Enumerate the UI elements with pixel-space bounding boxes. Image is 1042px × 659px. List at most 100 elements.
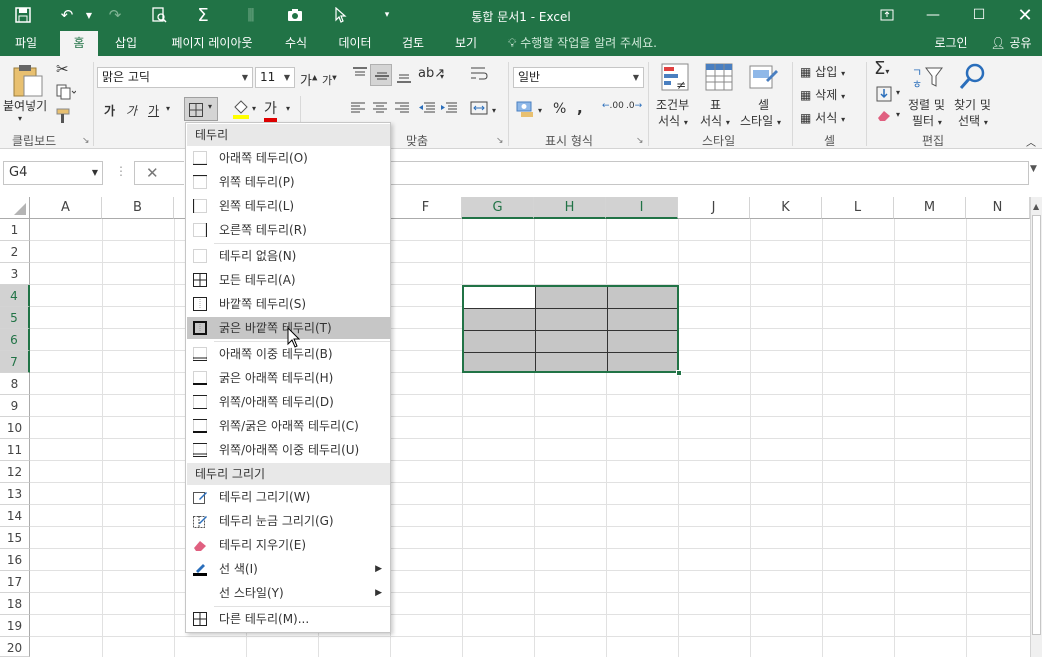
- ribbon-display-icon[interactable]: [872, 3, 902, 27]
- expand-formula-icon[interactable]: ▼: [1030, 164, 1037, 174]
- selection-range[interactable]: [462, 285, 682, 376]
- row-header[interactable]: 6: [0, 329, 30, 351]
- clipboard-launcher-icon[interactable]: ↘: [82, 136, 90, 146]
- col-header-i[interactable]: I: [606, 197, 678, 219]
- format-as-table-icon[interactable]: [704, 62, 734, 95]
- decrease-decimal-button[interactable]: .0→: [626, 101, 642, 111]
- col-header-b[interactable]: B: [102, 197, 174, 219]
- row-header[interactable]: 13: [0, 483, 30, 505]
- active-cell[interactable]: [464, 287, 535, 308]
- row-header[interactable]: 18: [0, 593, 30, 615]
- row-header[interactable]: 16: [0, 549, 30, 571]
- scroll-thumb[interactable]: [1032, 215, 1041, 635]
- collapse-ribbon-icon[interactable]: ︿: [1026, 134, 1036, 149]
- sort-filter-icon[interactable]: ㄱㅎ: [910, 62, 944, 95]
- tab-page-layout[interactable]: 페이지 레이아웃: [160, 31, 264, 56]
- tab-view[interactable]: 보기: [444, 31, 488, 56]
- col-header-h[interactable]: H: [534, 197, 606, 219]
- col-header-k[interactable]: K: [750, 197, 822, 219]
- fill-button[interactable]: ▾: [876, 86, 900, 105]
- alignment-launcher-icon[interactable]: ↘: [496, 136, 504, 146]
- conditional-format-label-2[interactable]: 서식 ▾: [658, 112, 688, 129]
- align-bottom-icon[interactable]: [396, 70, 412, 87]
- row-header[interactable]: 2: [0, 241, 30, 263]
- cell-styles-icon[interactable]: [748, 62, 778, 95]
- fill-color-icon[interactable]: [231, 99, 251, 122]
- menu-item-top-thick-bottom-border[interactable]: 위쪽/굵은 아래쪽 테두리(C): [187, 415, 390, 437]
- paste-dropdown-icon[interactable]: ▾: [18, 114, 22, 123]
- italic-button[interactable]: 가: [126, 102, 137, 119]
- align-left-icon[interactable]: [350, 101, 366, 118]
- format-as-table-label-2[interactable]: 서식 ▾: [700, 112, 730, 129]
- row-header[interactable]: 14: [0, 505, 30, 527]
- sort-filter-label-2[interactable]: 필터 ▾: [912, 112, 942, 129]
- autosum-button[interactable]: Σ▾: [874, 58, 889, 79]
- menu-item-draw-border[interactable]: 테두리 그리기(W): [187, 486, 390, 508]
- menu-item-left-border[interactable]: 왼쪽 테두리(L): [187, 195, 390, 217]
- tab-formulas[interactable]: 수식: [276, 31, 316, 56]
- row-header[interactable]: 20: [0, 637, 30, 657]
- row-header[interactable]: 15: [0, 527, 30, 549]
- merge-center-icon[interactable]: [470, 101, 488, 118]
- row-header[interactable]: 19: [0, 615, 30, 637]
- increase-decimal-button[interactable]: ←.00: [602, 101, 624, 111]
- cut-icon[interactable]: ✂: [56, 60, 69, 78]
- row-header[interactable]: 8: [0, 373, 30, 395]
- select-all-corner[interactable]: [0, 197, 30, 219]
- name-box[interactable]: G4 ▼: [3, 161, 103, 185]
- col-header-f[interactable]: F: [390, 197, 462, 219]
- clear-button[interactable]: ▾: [876, 108, 900, 125]
- insert-cells-button[interactable]: ▦ 삽입 ▾: [800, 63, 845, 80]
- share-button[interactable]: 👤︎ 공유: [984, 31, 1038, 56]
- comma-button[interactable]: ,: [577, 99, 583, 117]
- number-launcher-icon[interactable]: ↘: [636, 136, 644, 146]
- align-right-icon[interactable]: [394, 101, 410, 118]
- col-header-m[interactable]: M: [894, 197, 966, 219]
- login-link[interactable]: 로그인: [928, 31, 974, 56]
- borders-button[interactable]: ▾: [184, 97, 218, 121]
- col-header-l[interactable]: L: [822, 197, 894, 219]
- col-header-g[interactable]: G: [462, 197, 534, 219]
- menu-item-top-bottom-border[interactable]: 위쪽/아래쪽 테두리(D): [187, 391, 390, 413]
- vertical-scrollbar[interactable]: ▲: [1030, 197, 1042, 657]
- tab-home[interactable]: 홈: [60, 31, 98, 56]
- format-as-table-label-1[interactable]: 표: [710, 96, 721, 113]
- menu-item-bottom-border[interactable]: 아래쪽 테두리(O): [187, 147, 390, 169]
- close-icon[interactable]: ✕: [1010, 3, 1040, 27]
- find-select-icon[interactable]: [958, 62, 988, 95]
- row-header[interactable]: 3: [0, 263, 30, 285]
- scroll-up-icon[interactable]: ▲: [1033, 202, 1039, 211]
- menu-item-erase-border[interactable]: 테두리 지우기(E): [187, 534, 390, 556]
- decrease-indent-icon[interactable]: [418, 101, 436, 118]
- menu-item-more-borders[interactable]: 다른 테두리(M)...: [187, 608, 390, 630]
- menu-item-outside-borders[interactable]: 바깥쪽 테두리(S): [187, 293, 390, 315]
- menu-item-right-border[interactable]: 오른쪽 테두리(R): [187, 219, 390, 241]
- row-header[interactable]: 4: [0, 285, 30, 307]
- tab-insert[interactable]: 삽입: [104, 31, 148, 56]
- col-header-j[interactable]: J: [678, 197, 750, 219]
- grow-font-button[interactable]: 가▲: [300, 70, 317, 89]
- row-header[interactable]: 10: [0, 417, 30, 439]
- row-header[interactable]: 9: [0, 395, 30, 417]
- orientation-dropdown-icon[interactable]: ▾: [440, 72, 444, 81]
- fill-handle[interactable]: [676, 370, 682, 376]
- copy-icon[interactable]: [56, 84, 77, 103]
- increase-indent-icon[interactable]: [440, 101, 458, 118]
- maximize-icon[interactable]: ☐: [964, 3, 994, 27]
- menu-item-line-style[interactable]: 선 스타일(Y) ▶: [187, 582, 390, 604]
- cell-styles-label-2[interactable]: 스타일 ▾: [740, 112, 781, 129]
- accounting-dropdown-icon[interactable]: ▾: [538, 106, 542, 115]
- bold-button[interactable]: 가: [104, 102, 115, 119]
- cancel-icon[interactable]: ✕: [146, 164, 159, 182]
- menu-item-top-double-bottom-border[interactable]: 위쪽/아래쪽 이중 테두리(U): [187, 439, 390, 461]
- fill-color-dropdown-icon[interactable]: ▾: [252, 104, 256, 113]
- row-header[interactable]: 5: [0, 307, 30, 329]
- align-middle-icon[interactable]: [370, 64, 392, 86]
- font-name-select[interactable]: 맑은 고딕 ▼: [97, 67, 253, 88]
- conditional-format-label-1[interactable]: 조건부: [656, 96, 689, 113]
- format-cells-button[interactable]: ▦ 서식 ▾: [800, 109, 845, 126]
- minimize-icon[interactable]: —: [918, 3, 948, 27]
- menu-item-all-borders[interactable]: 모든 테두리(A): [187, 269, 390, 291]
- tab-review[interactable]: 검토: [392, 31, 434, 56]
- underline-dropdown-icon[interactable]: ▾: [166, 104, 170, 113]
